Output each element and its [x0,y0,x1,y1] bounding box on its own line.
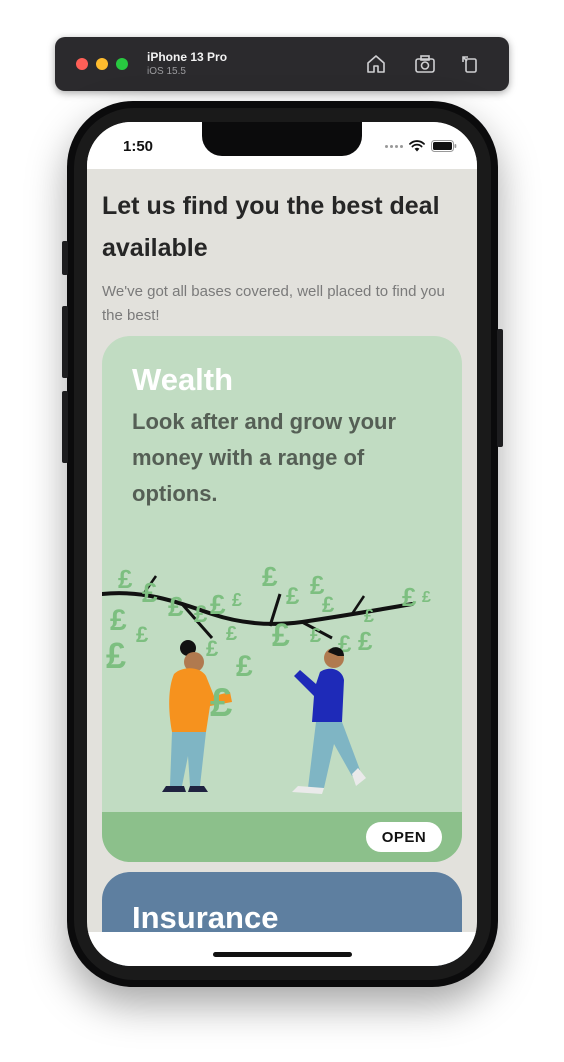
device-name: iPhone 13 Pro [147,50,228,64]
home-icon[interactable] [364,52,388,76]
svg-text:£: £ [106,635,126,676]
volume-down-button [62,391,68,463]
svg-text:£: £ [210,681,232,725]
money-tree-illustration: £ £ £ £ £ £ £ £ £ £ £ £ £ £ £ £ £ £ £ £ … [102,561,431,794]
wealth-card-description: Look after and grow your money with a ra… [132,409,397,506]
app-screen: 1:50 Let us find you the best deal avail… [87,122,477,966]
svg-text:£: £ [364,606,374,626]
wealth-card-title: Wealth [132,362,234,397]
svg-text:£: £ [402,582,417,612]
svg-text:£: £ [232,590,242,610]
svg-text:£: £ [262,561,278,592]
svg-text:£: £ [358,626,373,656]
simulator-toolbar: iPhone 13 Pro iOS 15.5 [55,37,509,91]
man-figure [292,647,366,794]
battery-icon [431,140,457,152]
svg-text:£: £ [210,589,226,620]
status-time: 1:50 [123,138,154,155]
rotate-icon[interactable] [458,52,482,76]
zoom-window-button[interactable] [116,58,128,70]
notch [202,122,362,156]
insurance-card-title: Insurance [132,900,279,935]
cellular-icon [385,144,403,148]
svg-text:£: £ [110,604,127,637]
svg-text:£: £ [422,589,431,606]
minimize-window-button[interactable] [96,58,108,70]
power-button [497,329,503,447]
svg-text:£: £ [226,623,237,645]
screenshot-icon[interactable] [413,52,437,76]
os-version: iOS 15.5 [147,66,186,77]
svg-text:£: £ [272,617,290,653]
svg-text:£: £ [168,591,184,622]
woman-figure: £ [162,640,232,792]
status-icons [385,140,457,152]
mute-switch [62,241,68,275]
page-title: Let us find you the best deal available [102,192,440,262]
close-window-button[interactable] [76,58,88,70]
svg-text:£: £ [322,592,335,617]
volume-up-button [62,306,68,378]
home-indicator[interactable] [213,952,352,957]
svg-text:£: £ [206,636,219,661]
wealth-card-footer: OPEN [102,812,462,862]
svg-text:£: £ [136,622,149,647]
page-subtitle: We've got all bases covered, well placed… [102,283,445,324]
svg-text:£: £ [286,583,300,610]
home-indicator-area [87,932,477,966]
wifi-icon [409,140,425,152]
wealth-card[interactable]: Wealth Look after and grow your money wi… [102,336,462,862]
svg-text:£: £ [194,601,208,628]
wealth-open-button[interactable]: OPEN [366,822,442,852]
svg-text:£: £ [310,625,321,647]
status-bar: 1:50 [87,122,477,169]
svg-text:£: £ [118,564,133,594]
svg-text:£: £ [142,577,158,608]
svg-text:£: £ [236,650,253,683]
